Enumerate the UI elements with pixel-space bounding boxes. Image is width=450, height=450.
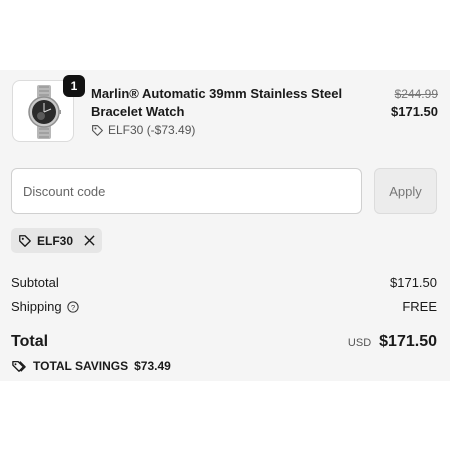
total-amount-group: USD $171.50 <box>348 333 437 351</box>
product-thumbnail: 1 <box>12 75 85 142</box>
line-item-discount: ELF30 (-$73.49) <box>91 123 195 137</box>
tag-icon <box>92 124 103 136</box>
total-label: Total <box>11 333 49 350</box>
line-item: 1 Marlin® Automatic 39mm Stainless Steel… <box>12 75 438 146</box>
svg-text:?: ? <box>70 303 74 312</box>
shipping-value: FREE <box>402 299 437 314</box>
subtotal-label: Subtotal <box>11 275 59 290</box>
tags-icon <box>12 360 26 372</box>
total-value: $171.50 <box>379 333 437 350</box>
applied-discount-chip: ELF30 <box>11 228 102 253</box>
remove-discount-button[interactable] <box>84 235 95 246</box>
original-price: $244.99 <box>394 87 438 101</box>
quantity-badge: 1 <box>63 75 85 97</box>
subtotal-row: Subtotal $171.50 <box>11 275 437 293</box>
close-icon <box>84 235 95 246</box>
line-item-discount-text: ELF30 (-$73.49) <box>108 123 196 137</box>
help-icon[interactable]: ? <box>66 300 79 313</box>
currency-code: USD <box>347 337 372 349</box>
discount-code-input[interactable] <box>11 168 362 214</box>
total-row: Total USD $171.50 <box>11 333 437 355</box>
sale-price: $171.50 <box>391 104 438 119</box>
shipping-label-group: Shipping ? <box>11 299 79 314</box>
savings-value: $73.49 <box>134 359 171 373</box>
shipping-row: Shipping ? FREE <box>11 299 437 317</box>
savings-label: TOTAL SAVINGS <box>33 359 129 373</box>
tag-icon <box>19 234 31 247</box>
total-savings: TOTAL SAVINGS $73.49 <box>11 359 171 373</box>
product-name: Marlin® Automatic 39mm Stainless Steel B… <box>91 86 343 119</box>
apply-button[interactable]: Apply <box>374 168 437 214</box>
shipping-label: Shipping <box>11 299 62 314</box>
subtotal-value: $171.50 <box>390 275 437 290</box>
applied-discount-code: ELF30 <box>36 233 73 248</box>
